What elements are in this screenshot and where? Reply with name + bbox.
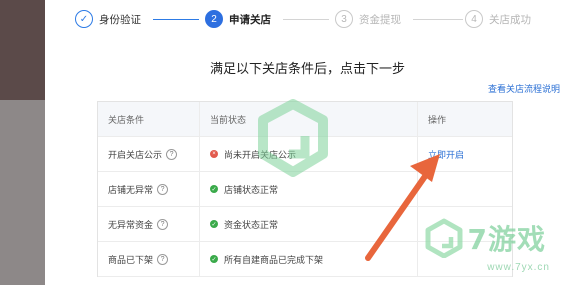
annotation-arrow-icon — [365, 154, 440, 261]
